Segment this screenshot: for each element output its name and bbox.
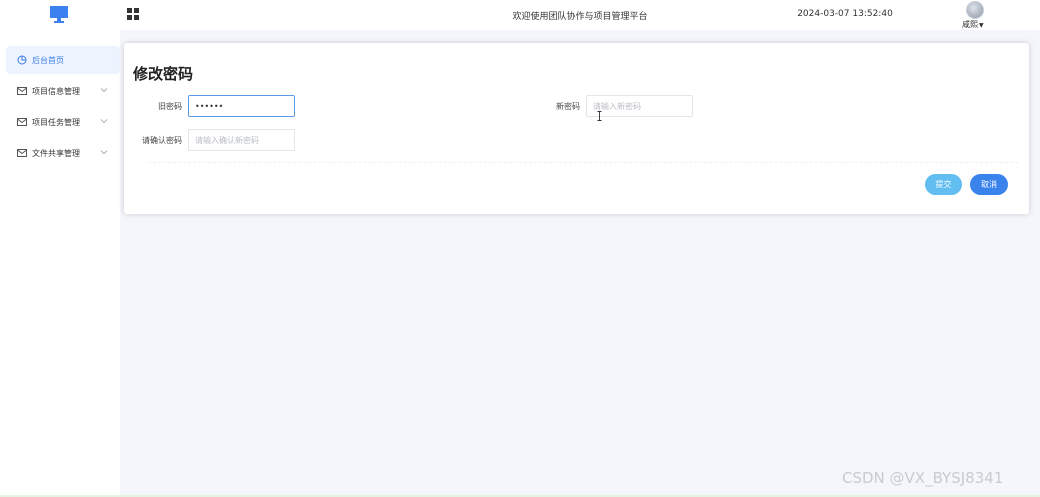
grid-icon[interactable]: [127, 8, 139, 20]
chevron-down-icon: [100, 88, 108, 93]
page-title: 修改密码: [133, 65, 194, 83]
sidebar-item-project-info[interactable]: 项目信息管理: [6, 77, 120, 105]
top-header: 欢迎使用团队协作与项目管理平台 2024-03-07 13:52:40 咸熙▼: [0, 0, 1040, 30]
mail-icon: [17, 87, 27, 95]
confirm-password-label: 请确认密码: [142, 136, 182, 145]
sidebar-item-project-task[interactable]: 项目任务管理: [6, 108, 120, 136]
confirm-password-input[interactable]: [188, 129, 295, 151]
mail-icon: [17, 149, 27, 157]
chevron-down-icon: [100, 150, 108, 155]
submit-button[interactable]: 提交: [925, 174, 962, 195]
chevron-down-icon[interactable]: ▼: [979, 22, 984, 29]
cancel-button[interactable]: 取消: [970, 174, 1008, 195]
sidebar-item-file-share[interactable]: 文件共享管理: [6, 139, 120, 167]
user-name-row[interactable]: 咸熙▼: [962, 19, 984, 30]
pie-chart-icon: [17, 55, 27, 65]
chevron-down-icon: [100, 119, 108, 124]
sidebar-item-label: 项目任务管理: [32, 117, 80, 127]
mail-icon: [17, 118, 27, 126]
watermark: CSDN @VX_BYSJ8341: [842, 469, 1004, 487]
user-menu[interactable]: 咸熙▼: [962, 1, 990, 29]
text-cursor-icon: [597, 111, 602, 121]
current-datetime: 2024-03-07 13:52:40: [797, 9, 893, 19]
new-password-label: 新密码: [556, 102, 580, 111]
sidebar-item-label: 后台首页: [32, 55, 64, 65]
change-password-card: 修改密码 旧密码 新密码 请确认密码 提交 取消: [124, 43, 1029, 214]
platform-title: 欢迎使用团队协作与项目管理平台: [512, 12, 648, 22]
monitor-icon[interactable]: [50, 6, 68, 23]
avatar-icon[interactable]: [966, 1, 984, 19]
form-divider: [148, 162, 1018, 163]
sidebar-item-dashboard[interactable]: 后台首页: [6, 46, 120, 74]
old-password-input[interactable]: [188, 95, 295, 117]
sidebar: 后台首页 项目信息管理 项目任务管理 文件共享管理: [0, 30, 120, 497]
old-password-label: 旧密码: [158, 102, 182, 111]
sidebar-item-label: 项目信息管理: [32, 86, 80, 96]
new-password-input[interactable]: [586, 95, 693, 117]
user-name: 咸熙: [962, 20, 978, 29]
sidebar-item-label: 文件共享管理: [32, 148, 80, 158]
